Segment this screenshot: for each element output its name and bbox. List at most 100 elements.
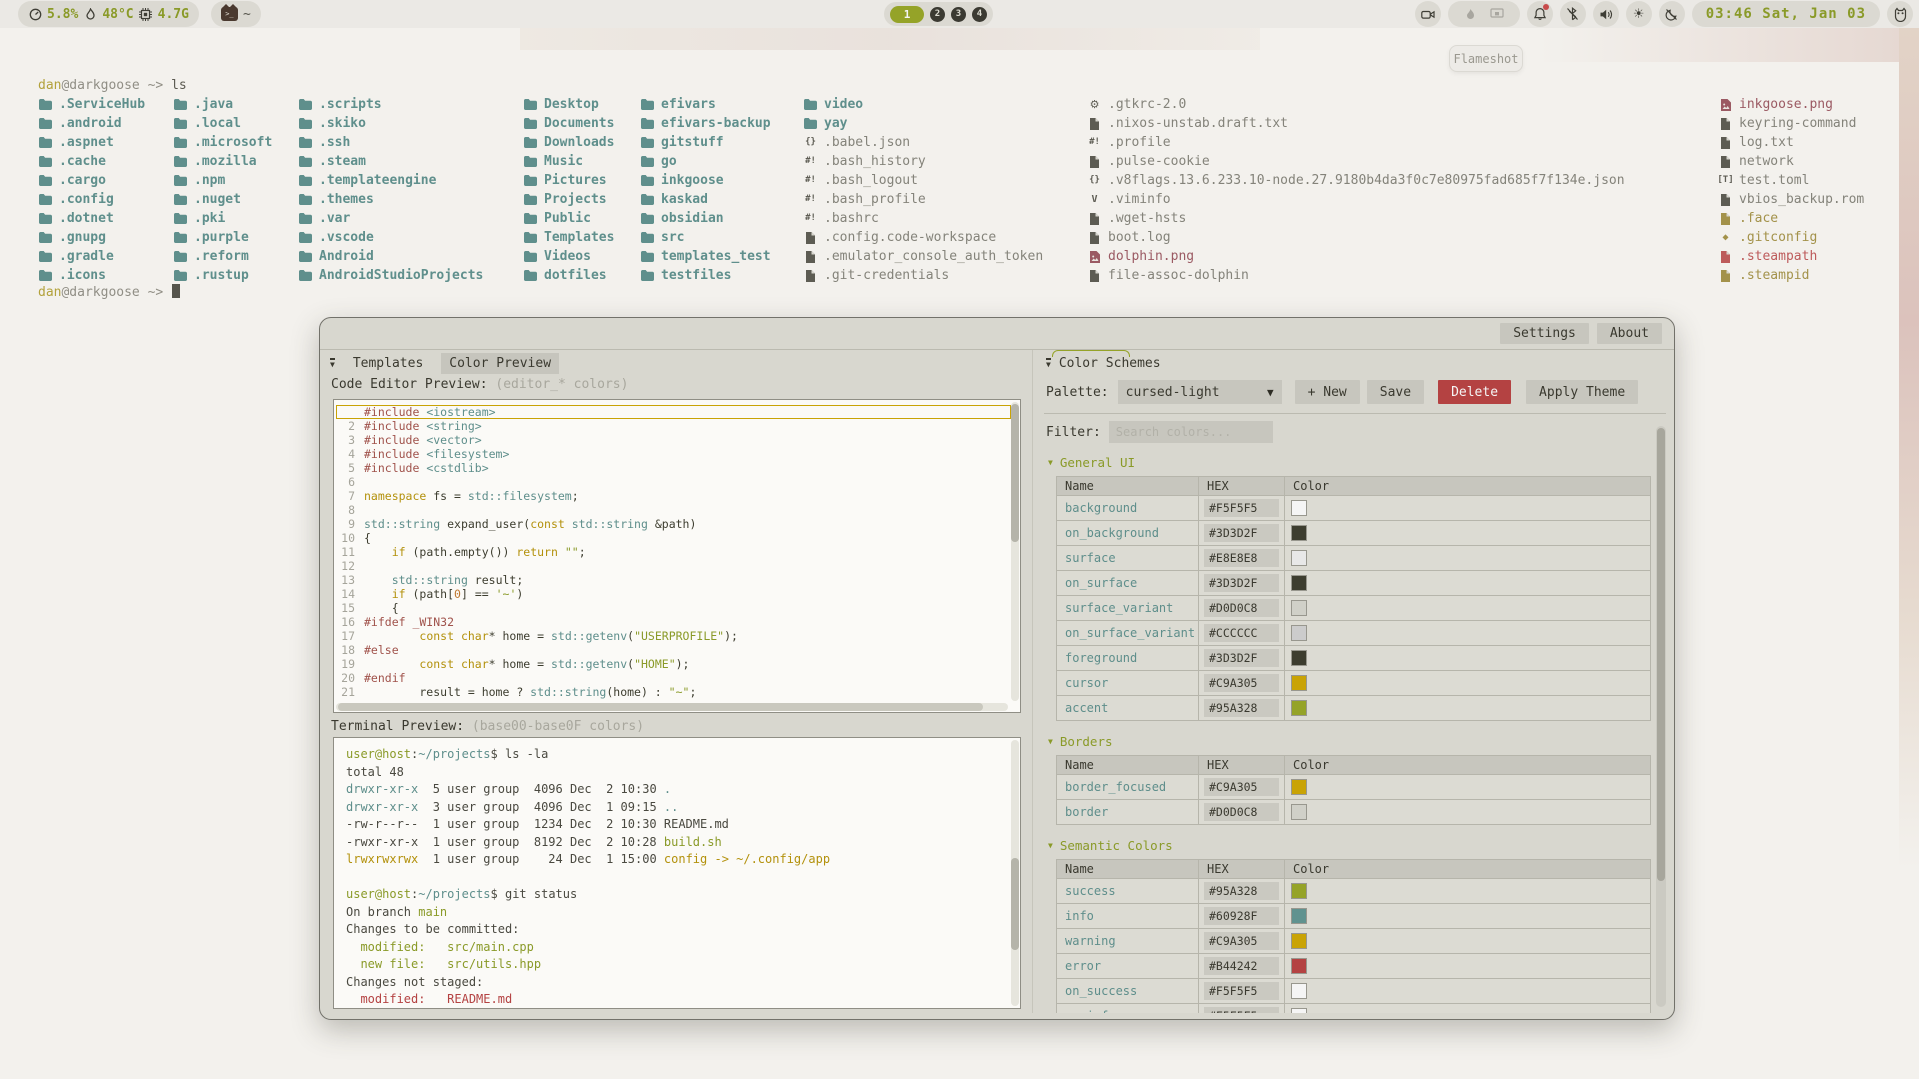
- file-entry: #!.bash_logout: [803, 171, 1043, 190]
- color-row: border_focused#C9A305: [1057, 775, 1650, 800]
- folder-icon: [38, 99, 53, 110]
- night-light-button[interactable]: [1659, 1, 1685, 27]
- system-stats-pill[interactable]: 5.8% 48°C 4.7G: [18, 1, 199, 27]
- workspace-4[interactable]: 4: [972, 7, 987, 22]
- workspace-3[interactable]: 3: [951, 7, 966, 22]
- file-icon: [803, 251, 818, 263]
- terminal-app-pill[interactable]: >_ ~: [211, 1, 261, 27]
- terminal-preview[interactable]: user@host:~/projects$ ls -latotal 48drwx…: [333, 737, 1021, 1009]
- file-entry: .reform: [173, 247, 272, 266]
- file-name: .ServiceHub: [59, 95, 145, 114]
- folder-icon: [173, 175, 188, 186]
- hex-value[interactable]: #C9A305: [1204, 778, 1279, 796]
- file-entry: yay: [803, 114, 1043, 133]
- file-entry: .face: [1718, 209, 1864, 228]
- color-swatch[interactable]: [1291, 575, 1307, 591]
- color-swatch[interactable]: [1291, 908, 1307, 924]
- color-swatch[interactable]: [1291, 1008, 1307, 1013]
- notifications-button[interactable]: [1527, 1, 1553, 27]
- clock-pill[interactable]: 03:46 Sat, Jan 03: [1692, 1, 1880, 27]
- hex-value[interactable]: #3D3D2F: [1204, 649, 1279, 667]
- hex-value[interactable]: #CCCCCC: [1204, 624, 1279, 642]
- file-name: Desktop: [544, 95, 599, 114]
- color-swatch[interactable]: [1291, 700, 1307, 716]
- apply-theme-button[interactable]: Apply Theme: [1526, 380, 1638, 404]
- color-swatch[interactable]: [1291, 933, 1307, 949]
- file-name: .scripts: [319, 95, 382, 114]
- workspace-2[interactable]: 2: [930, 7, 945, 22]
- color-swatch[interactable]: [1291, 983, 1307, 999]
- tab-templates[interactable]: Templates: [345, 353, 431, 374]
- owl-icon: [1893, 7, 1908, 22]
- code-horizontal-scrollbar[interactable]: [336, 703, 1008, 711]
- color-swatch[interactable]: [1291, 779, 1307, 795]
- collapse-schemes-icon[interactable]: ▼: [1046, 358, 1051, 369]
- hex-value[interactable]: #95A328: [1204, 699, 1279, 717]
- color-swatch[interactable]: [1291, 958, 1307, 974]
- color-swatch[interactable]: [1291, 625, 1307, 641]
- hex-value[interactable]: #3D3D2F: [1204, 574, 1279, 592]
- hex-cell: #C9A305: [1199, 775, 1285, 799]
- hex-value[interactable]: #F5F5F5: [1204, 499, 1279, 517]
- file-entry: .nuget: [173, 190, 272, 209]
- brightness-button[interactable]: ☀: [1626, 1, 1652, 27]
- hex-cell: #95A328: [1199, 879, 1285, 903]
- folder-icon: [640, 213, 655, 224]
- code-text: namespace fs = std::filesystem;: [364, 489, 579, 503]
- section-title[interactable]: ▼Semantic Colors: [1044, 838, 1666, 853]
- terminal-vertical-scrollbar[interactable]: [1011, 740, 1019, 1006]
- about-button[interactable]: About: [1597, 323, 1662, 344]
- file-icon: [1087, 118, 1102, 130]
- hex-value[interactable]: #3D3D2F: [1204, 524, 1279, 542]
- filter-input[interactable]: [1109, 421, 1273, 443]
- color-swatch[interactable]: [1291, 600, 1307, 616]
- json-icon: {}: [803, 133, 818, 152]
- screen-record-button[interactable]: [1415, 1, 1441, 27]
- palette-select[interactable]: cursed-light ▼: [1118, 380, 1282, 404]
- line-number: [336, 405, 364, 419]
- workspace-active[interactable]: 1: [890, 6, 924, 23]
- hex-value[interactable]: #F5F5F5: [1204, 1007, 1279, 1013]
- delete-palette-button[interactable]: Delete: [1438, 380, 1511, 404]
- save-palette-button[interactable]: Save: [1367, 380, 1424, 404]
- section-title[interactable]: ▼Borders: [1044, 734, 1666, 749]
- new-palette-button[interactable]: + New: [1295, 380, 1360, 404]
- color-swatch[interactable]: [1291, 525, 1307, 541]
- terminal-line: user@host:~/projects$ ls -la: [346, 746, 1020, 764]
- hex-value[interactable]: #D0D0C8: [1204, 599, 1279, 617]
- color-swatch[interactable]: [1291, 883, 1307, 899]
- hex-value[interactable]: #D0D0C8: [1204, 803, 1279, 821]
- file-icon: [1718, 156, 1733, 168]
- hex-value[interactable]: #60928F: [1204, 907, 1279, 925]
- terminal-line: drwxr-xr-x 3 user group 4096 Dec 1 09:15…: [346, 799, 1020, 817]
- code-vertical-scrollbar[interactable]: [1011, 402, 1019, 701]
- inactive-tray-pill[interactable]: [1448, 1, 1520, 27]
- hex-value[interactable]: #F5F5F5: [1204, 982, 1279, 1000]
- color-swatch[interactable]: [1291, 804, 1307, 820]
- hex-value[interactable]: #B44242: [1204, 957, 1279, 975]
- section-collapse-icon: ▼: [1048, 737, 1053, 746]
- color-swatch[interactable]: [1291, 650, 1307, 666]
- color-swatch[interactable]: [1291, 500, 1307, 516]
- bluetooth-button[interactable]: [1560, 1, 1586, 27]
- schemes-scrollbar[interactable]: [1656, 426, 1666, 1007]
- tab-color-preview[interactable]: Color Preview: [441, 353, 559, 374]
- color-swatch[interactable]: [1291, 675, 1307, 691]
- hex-value[interactable]: #C9A305: [1204, 674, 1279, 692]
- code-editor-preview[interactable]: #include <iostream>2#include <string>3#i…: [333, 399, 1021, 713]
- color-schemes-header[interactable]: ▼ Color Schemes: [1044, 356, 1666, 371]
- owl-menu-button[interactable]: [1887, 1, 1913, 27]
- file-name: .bash_profile: [824, 190, 926, 209]
- settings-button[interactable]: Settings: [1500, 323, 1589, 344]
- hex-value[interactable]: #C9A305: [1204, 932, 1279, 950]
- volume-button[interactable]: [1593, 1, 1619, 27]
- file-entry: keyring-command: [1718, 114, 1864, 133]
- section-title[interactable]: ▼General UI: [1044, 455, 1666, 470]
- hex-value[interactable]: #95A328: [1204, 882, 1279, 900]
- collapse-templates-icon[interactable]: ▼: [330, 358, 335, 369]
- hex-value[interactable]: #E8E8E8: [1204, 549, 1279, 567]
- code-text: {: [364, 601, 399, 615]
- color-schemes-title: Color Schemes: [1059, 356, 1161, 371]
- color-swatch[interactable]: [1291, 550, 1307, 566]
- color-cell: [1285, 954, 1650, 978]
